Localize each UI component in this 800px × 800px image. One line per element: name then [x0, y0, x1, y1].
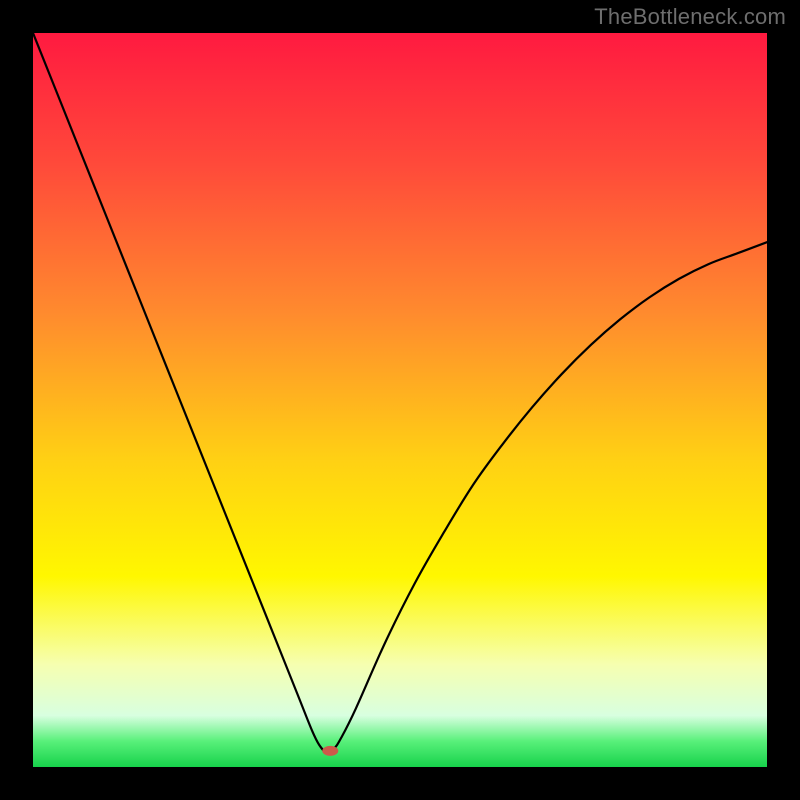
chart-plot-area [33, 33, 767, 767]
chart-frame: TheBottleneck.com [0, 0, 800, 800]
optimal-point-marker [322, 746, 338, 756]
chart-background [33, 33, 767, 767]
chart-svg [33, 33, 767, 767]
watermark-text: TheBottleneck.com [594, 4, 786, 30]
